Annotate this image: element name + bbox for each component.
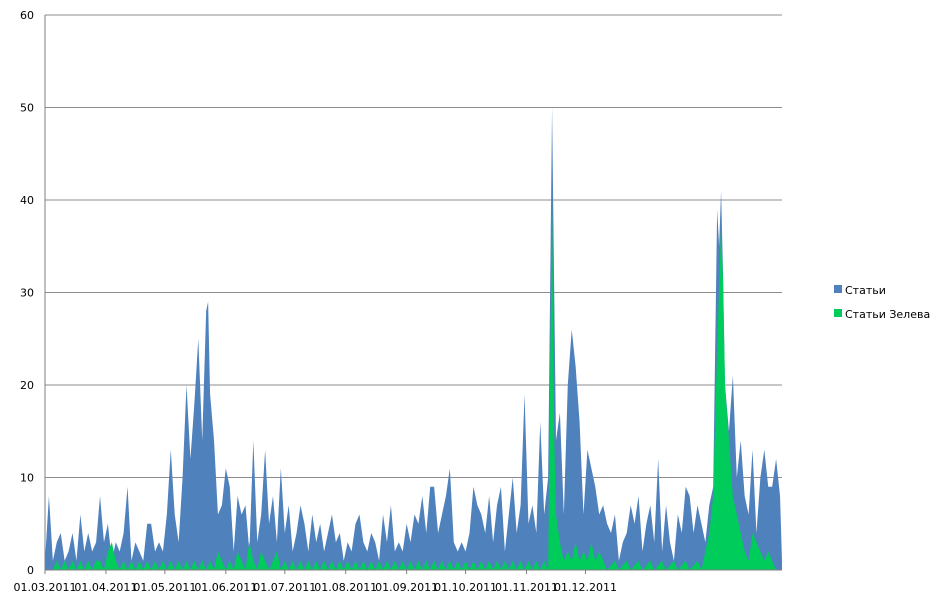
x-tick-label: 01.03.2011 <box>14 581 77 594</box>
x-axis-ticks: 01.03.201101.04.201101.05.201101.06.2011… <box>14 570 617 594</box>
x-tick-label: 01.06.2011 <box>194 581 257 594</box>
legend-swatch-0 <box>834 285 842 293</box>
gridlines <box>45 14 782 478</box>
x-tick-label: 01.12.2011 <box>554 581 617 594</box>
x-tick-label: 01.10.2011 <box>434 581 497 594</box>
y-tick-label: 10 <box>20 472 34 485</box>
x-tick-label: 01.09.2011 <box>375 581 438 594</box>
y-tick-label: 60 <box>20 9 34 22</box>
y-tick-label: 40 <box>20 194 34 207</box>
x-tick-label: 01.11.2011 <box>495 581 558 594</box>
x-tick-label: 01.04.2011 <box>74 581 137 594</box>
legend-label-1: Статьи Зелева <box>845 308 930 321</box>
x-tick-label: 01.05.2011 <box>133 581 196 594</box>
x-tick-label: 01.08.2011 <box>314 581 377 594</box>
y-tick-label: 20 <box>20 379 34 392</box>
legend-swatch-1 <box>834 309 842 317</box>
y-tick-label: 0 <box>27 564 34 577</box>
legend: Статьи Статьи Зелева <box>834 284 930 321</box>
series-areas <box>45 107 782 570</box>
x-tick-label: 01.07.2011 <box>253 581 316 594</box>
area-chart: 0 10 20 30 40 50 60 01.03.201101.04.201101.05.… <box>14 9 931 594</box>
y-tick-label: 50 <box>20 102 34 115</box>
series-area-0 <box>45 107 782 570</box>
legend-label-0: Статьи <box>845 284 886 297</box>
y-tick-label: 30 <box>20 287 34 300</box>
y-axis-ticks: 0 10 20 30 40 50 60 <box>20 9 34 577</box>
